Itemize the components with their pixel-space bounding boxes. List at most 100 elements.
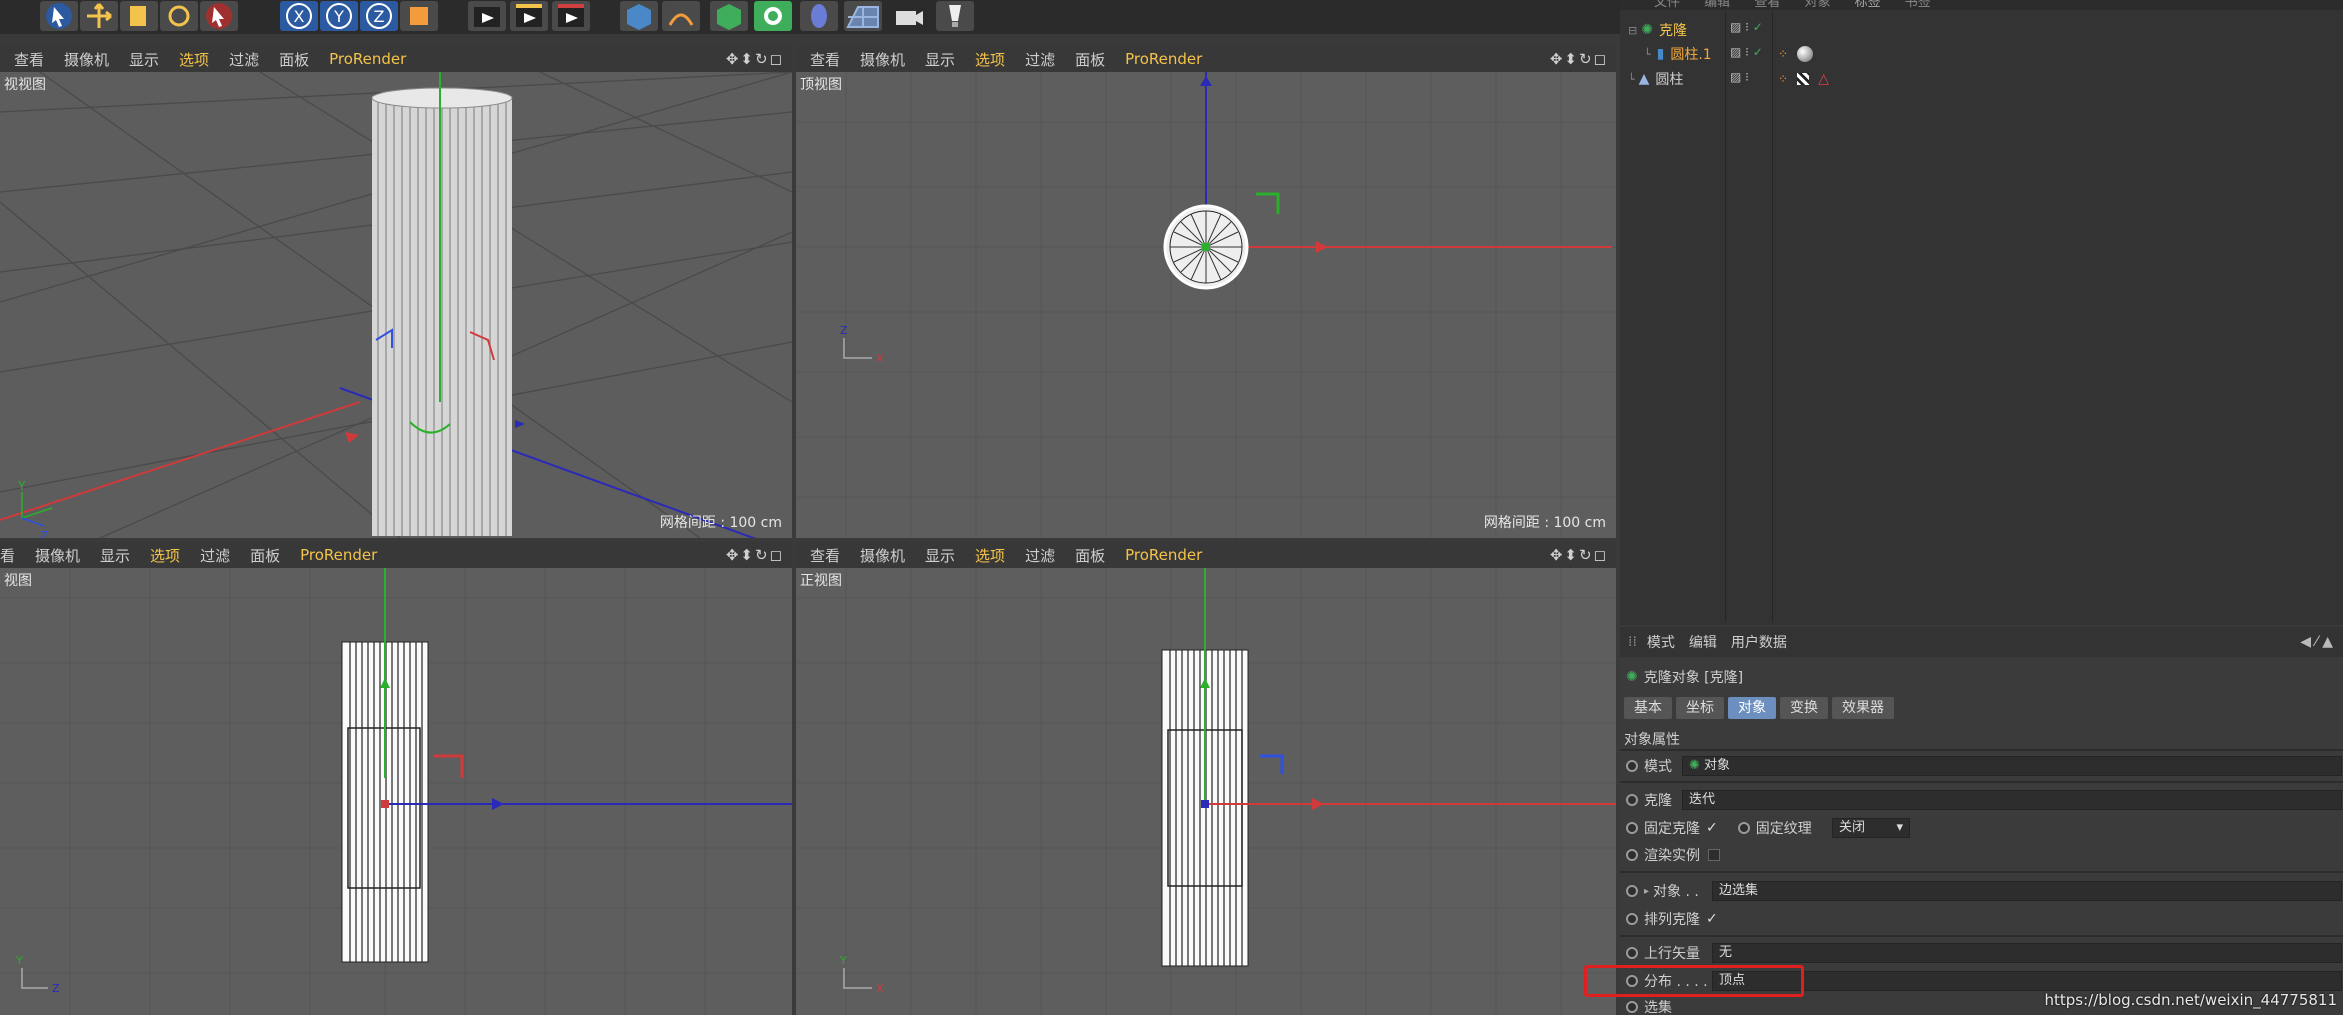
tab-basic[interactable]: 基本 bbox=[1624, 697, 1672, 719]
object-name[interactable]: 克隆 bbox=[1659, 20, 1687, 40]
menu-options[interactable]: 选项 bbox=[975, 545, 1005, 566]
z-axis-icon[interactable]: Z bbox=[360, 1, 398, 31]
om-menu-bookmarks[interactable]: 书签 bbox=[1905, 0, 1931, 10]
attribute-manager[interactable]: ⁞⁞ 模式 编辑 用户数据 ◀ ⁄ ▲ ✺ 克隆对象 [克隆] 基本 坐标 对象… bbox=[1584, 627, 2343, 1015]
viewport-nav-icons[interactable]: ✥⬍↻◻ bbox=[1550, 546, 1608, 564]
menu-prorender[interactable]: ProRender bbox=[1125, 50, 1202, 68]
move-icon[interactable] bbox=[80, 1, 118, 31]
object-row-cylinder[interactable]: └ ▲ 圆柱 bbox=[1628, 67, 1683, 91]
om-menu-view[interactable]: 查看 bbox=[1754, 0, 1780, 10]
animate-radio[interactable] bbox=[1626, 822, 1638, 834]
menu-prorender[interactable]: ProRender bbox=[329, 50, 406, 68]
y-axis-icon[interactable]: Y bbox=[320, 1, 358, 31]
render-instance-checkbox[interactable] bbox=[1708, 849, 1720, 861]
phong-tag-icon[interactable]: ⁘ bbox=[1778, 47, 1788, 61]
viewport-nav-icons[interactable]: ✥⬍↻◻ bbox=[726, 50, 784, 68]
coord-system-icon[interactable] bbox=[400, 1, 438, 31]
menu-options[interactable]: 选项 bbox=[179, 49, 209, 70]
menu-camera[interactable]: 摄像机 bbox=[64, 49, 109, 70]
texture-tag-icon[interactable] bbox=[1797, 72, 1810, 85]
subdivision-icon[interactable] bbox=[710, 1, 748, 31]
tags-row-cylinder-1[interactable]: ⁘ bbox=[1778, 43, 1818, 62]
om-menu-file[interactable]: 文件 bbox=[1654, 0, 1680, 10]
menu-camera[interactable]: 摄像机 bbox=[35, 545, 80, 566]
animate-radio[interactable] bbox=[1737, 822, 1750, 834]
rotate-icon[interactable] bbox=[160, 1, 198, 31]
menu-view[interactable]: 查看 bbox=[14, 49, 44, 70]
floor-icon[interactable] bbox=[844, 1, 882, 31]
menu-panel[interactable]: 面板 bbox=[250, 545, 280, 566]
om-menu-edit[interactable]: 编辑 bbox=[1704, 0, 1730, 10]
animate-radio[interactable] bbox=[1626, 1001, 1638, 1013]
menu-panel[interactable]: 面板 bbox=[1075, 545, 1105, 566]
menu-filter[interactable]: 过滤 bbox=[1025, 545, 1055, 566]
menu-view[interactable]: 看 bbox=[0, 545, 15, 566]
menu-prorender[interactable]: ProRender bbox=[1125, 546, 1202, 564]
menu-filter[interactable]: 过滤 bbox=[200, 545, 230, 566]
pen-icon[interactable] bbox=[662, 1, 700, 31]
menu-options[interactable]: 选项 bbox=[150, 545, 180, 566]
mograph-icon[interactable] bbox=[754, 1, 792, 31]
am-menu-edit[interactable]: 编辑 bbox=[1689, 632, 1717, 652]
viewport-perspective[interactable]: 查看 摄像机 显示 选项 过滤 面板 ProRender ✥⬍↻◻ Y Z 视视… bbox=[0, 46, 792, 538]
arrange-clones-checkbox[interactable]: ✓ bbox=[1706, 911, 1718, 927]
menu-display[interactable]: 显示 bbox=[129, 49, 159, 70]
menu-panel[interactable]: 面板 bbox=[279, 49, 309, 70]
om-menu-tags[interactable]: 标签 bbox=[1855, 0, 1881, 10]
object-link-field[interactable]: 边选集 bbox=[1712, 881, 2342, 901]
render-picture-icon[interactable] bbox=[510, 1, 548, 31]
clone-mode-dropdown[interactable]: 迭代 bbox=[1682, 790, 2342, 810]
cube-icon[interactable] bbox=[620, 1, 658, 31]
animate-radio[interactable] bbox=[1626, 885, 1638, 897]
phong-tag-icon[interactable]: ⁘ bbox=[1778, 72, 1788, 86]
back-arrow-icon[interactable]: ◀ ⁄ ▲ bbox=[2300, 634, 2333, 650]
object-row-cloner[interactable]: ⊟ ✺ 克隆 bbox=[1628, 18, 1687, 42]
deformer-icon[interactable] bbox=[800, 1, 838, 31]
animate-radio[interactable] bbox=[1626, 760, 1638, 772]
menu-camera[interactable]: 摄像机 bbox=[860, 49, 905, 70]
object-name[interactable]: 圆柱 bbox=[1655, 69, 1683, 89]
viewport-top[interactable]: 查看 摄像机 显示 选项 过滤 面板 ProRender ✥⬍↻◻ Z X 顶视… bbox=[796, 46, 1616, 538]
collapse-icon[interactable]: ⊟ bbox=[1628, 24, 1637, 37]
menu-filter[interactable]: 过滤 bbox=[1025, 49, 1055, 70]
visibility-toggle-icon[interactable]: ▨ ⁝ bbox=[1730, 70, 1749, 84]
tab-effectors[interactable]: 效果器 bbox=[1832, 697, 1894, 719]
fix-clone-checkbox[interactable]: ✓ bbox=[1706, 820, 1718, 836]
animate-radio[interactable] bbox=[1626, 913, 1638, 925]
menu-view[interactable]: 查看 bbox=[810, 545, 840, 566]
viewport-right[interactable]: 看 摄像机 显示 选项 过滤 面板 ProRender ✥⬍↻◻ Y Z 视图 bbox=[0, 542, 792, 1015]
warning-tag-icon[interactable]: △ bbox=[1818, 71, 1829, 87]
animate-radio[interactable] bbox=[1626, 849, 1638, 861]
animate-radio[interactable] bbox=[1626, 794, 1638, 806]
menu-panel[interactable]: 面板 bbox=[1075, 49, 1105, 70]
tab-object[interactable]: 对象 bbox=[1728, 697, 1776, 719]
x-axis-icon[interactable]: X bbox=[280, 1, 318, 31]
menu-display[interactable]: 显示 bbox=[925, 545, 955, 566]
menu-display[interactable]: 显示 bbox=[100, 545, 130, 566]
menu-prorender[interactable]: ProRender bbox=[300, 546, 377, 564]
scale-icon[interactable] bbox=[120, 1, 158, 31]
object-row-cylinder-1[interactable]: └ ▮ 圆柱.1 bbox=[1644, 42, 1712, 66]
light-icon[interactable] bbox=[936, 1, 974, 31]
am-menu-userdata[interactable]: 用户数据 bbox=[1731, 632, 1787, 652]
expand-arrow-icon[interactable]: ▸ bbox=[1644, 886, 1649, 897]
tab-coord[interactable]: 坐标 bbox=[1676, 697, 1724, 719]
menu-camera[interactable]: 摄像机 bbox=[860, 545, 905, 566]
object-name[interactable]: 圆柱.1 bbox=[1670, 44, 1711, 64]
am-menu-mode[interactable]: 模式 bbox=[1647, 632, 1675, 652]
mode-dropdown[interactable]: ✺ 对象 bbox=[1682, 756, 2342, 776]
menu-display[interactable]: 显示 bbox=[925, 49, 955, 70]
om-menu-object[interactable]: 对象 bbox=[1804, 0, 1830, 10]
menu-options[interactable]: 选项 bbox=[975, 49, 1005, 70]
viewport-nav-icons[interactable]: ✥⬍↻◻ bbox=[726, 546, 784, 564]
camera-icon[interactable] bbox=[890, 1, 928, 31]
distribution-dropdown[interactable]: 顶点 bbox=[1712, 971, 2342, 991]
render-view-icon[interactable] bbox=[468, 1, 506, 31]
tags-row-cylinder[interactable]: ⁘ △ bbox=[1778, 68, 1838, 87]
visibility-toggle-icon[interactable]: ▨ ⁝ ✓ bbox=[1730, 20, 1763, 34]
object-manager[interactable]: 文件 编辑 查看 对象 标签 书签 ⊟ ✺ 克隆 └ ▮ 圆柱.1 └ ▲ 圆柱… bbox=[1620, 0, 2343, 625]
fix-texture-dropdown[interactable]: 关闭 ▾ bbox=[1832, 818, 1910, 838]
tab-transform[interactable]: 变换 bbox=[1780, 697, 1828, 719]
menu-view[interactable]: 查看 bbox=[810, 49, 840, 70]
animate-radio[interactable] bbox=[1626, 947, 1638, 959]
